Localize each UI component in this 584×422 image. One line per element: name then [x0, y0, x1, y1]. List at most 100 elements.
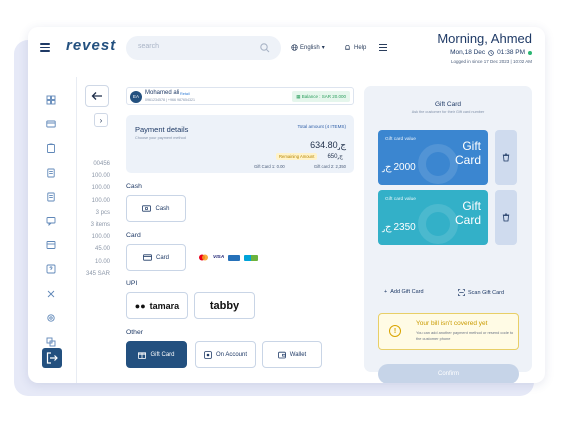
- tabby-label: tabby: [209, 299, 240, 312]
- scan-gift-card-label: Scan Gift Card: [468, 289, 505, 296]
- card-button-label: Card: [155, 254, 169, 261]
- greeting-name: Ahmed: [490, 31, 532, 46]
- language-selector[interactable]: English ▾: [291, 44, 325, 51]
- gift-card-heading: Gift Card: [454, 199, 481, 227]
- amex-icon: [228, 254, 241, 261]
- cart-behind-value: 10.00: [94, 258, 110, 265]
- chevron-right-icon: ›: [99, 115, 103, 125]
- tools-icon[interactable]: [46, 286, 56, 297]
- cart-behind-value: 100.00: [91, 197, 110, 204]
- scan-icon: [458, 289, 465, 296]
- on-account-label: On Account: [215, 351, 248, 358]
- gift-card-value-label: Gift card value: [385, 197, 416, 202]
- cart-behind-value: 345 SAR: [85, 270, 110, 277]
- visa-logo: VISA: [213, 255, 225, 260]
- wallet-icon: [277, 351, 286, 358]
- riyal-icon: ج̡: [337, 154, 343, 160]
- logout-button[interactable]: [42, 348, 62, 368]
- tabby-button[interactable]: tabby: [194, 292, 255, 319]
- gift-card-method-label: Gift Card: [150, 351, 175, 358]
- total-amount: ج̡ 634.80: [310, 140, 346, 151]
- gift-card-2[interactable]: Gift card value Gift Card ج̡ 2350: [378, 190, 488, 245]
- logout-icon: [46, 352, 58, 364]
- trash-icon: [502, 213, 510, 222]
- stage: revest search English ▾ Help Morning, Ah…: [0, 0, 584, 422]
- gift-card-panel-subtitle: Ask the customer for their Gift card num…: [411, 110, 485, 114]
- greeting-prefix: Morning,: [437, 31, 488, 46]
- plus-icon: +: [384, 289, 388, 295]
- list-icon[interactable]: [379, 44, 387, 51]
- confirm-button[interactable]: Confirm: [378, 364, 519, 383]
- account-icon: [204, 350, 212, 359]
- chevron-down-icon: ▾: [321, 45, 325, 51]
- cash-section-label: Cash: [126, 183, 142, 190]
- document-icon[interactable]: [46, 165, 56, 178]
- bell-icon: [345, 44, 350, 50]
- avatar: EA: [130, 91, 142, 103]
- card-brand-logos: VISA: [198, 254, 259, 261]
- date-text: Mon,18 Dec: [450, 49, 486, 56]
- pos-window: revest search English ▾ Help Morning, Ah…: [28, 27, 545, 383]
- cash-button-label: Cash: [155, 205, 170, 212]
- credit-card-icon: [143, 254, 152, 261]
- chat-icon[interactable]: [46, 213, 56, 227]
- customer-tag: Retail: [180, 92, 190, 96]
- other-section-label: Other: [126, 329, 143, 336]
- expand-cart-button[interactable]: ›: [94, 113, 108, 127]
- clipboard-icon[interactable]: [46, 140, 56, 154]
- remaining-label: Remaining Amount: [276, 153, 318, 160]
- cash-button[interactable]: Cash: [126, 195, 186, 222]
- on-account-button[interactable]: On Account: [195, 341, 256, 368]
- help-button[interactable]: Help: [344, 44, 366, 51]
- settings-icon[interactable]: [46, 310, 56, 322]
- online-status-dot: [528, 50, 532, 55]
- warning-title: Your bill isn't covered yet: [416, 320, 488, 327]
- bill-warning-alert: ! Your bill isn't covered yet You can ad…: [378, 313, 519, 350]
- mada-icon: [244, 254, 259, 261]
- tamara-logo-icon: ●●: [134, 300, 146, 311]
- search-icon[interactable]: [259, 42, 271, 54]
- gift-card-method-button[interactable]: Gift Card: [126, 341, 187, 368]
- help-label: Help: [354, 44, 367, 51]
- layers-icon[interactable]: [46, 334, 56, 347]
- warning-icon: !: [389, 325, 401, 337]
- cash-icon: [142, 205, 152, 212]
- arrow-left-icon: [91, 92, 102, 100]
- mastercard-icon: [199, 254, 208, 261]
- cart-behind-value: 3 items: [90, 221, 110, 228]
- gift-card-heading: Gift Card: [454, 139, 481, 167]
- search-input[interactable]: search: [126, 36, 281, 60]
- hamburger-menu-icon[interactable]: [40, 43, 50, 52]
- card-button[interactable]: Card: [126, 244, 186, 271]
- balance-badge: ▦ Balance : SAR 20.000: [292, 91, 350, 102]
- add-gift-card-button[interactable]: + Add Gift Card: [384, 289, 424, 295]
- cart-behind-list: 00456 100.00 100.00 100.00 3 pcs 3 items 100.0…: [78, 161, 110, 283]
- wallet-icon: ▦: [296, 94, 301, 99]
- box-icon[interactable]: [46, 237, 56, 250]
- card-icon[interactable]: [46, 116, 56, 128]
- help-icon[interactable]: [46, 261, 56, 274]
- customer-phone: 0961234578 | +966 987654321: [145, 98, 195, 102]
- tamara-button[interactable]: ●● tamara: [126, 292, 188, 319]
- gift-card-value: 2000: [393, 162, 416, 173]
- gift-card-value: 2350: [393, 222, 416, 233]
- remove-gift-card-2-button[interactable]: [495, 190, 517, 245]
- payment-details-panel: Payment details Choose your payment meth…: [126, 115, 354, 173]
- cart-behind-value: 3 pcs: [95, 209, 110, 216]
- app-logo: revest: [66, 37, 117, 54]
- wallet-label: Wallet: [289, 351, 307, 358]
- cart-behind-value: 00456: [93, 161, 110, 167]
- customer-bar[interactable]: EA Mohamed ali Retail 0961234578 | +966 …: [126, 87, 354, 105]
- gift-card-1[interactable]: Gift card value Gift Card ج̡ 2000: [378, 130, 488, 185]
- remaining-amount: ج̡ 650: [327, 153, 343, 160]
- gift-card-amount: ج̡ 2350: [385, 222, 416, 233]
- remove-gift-card-1-button[interactable]: [495, 130, 517, 185]
- cart-behind-value: 45.00: [94, 246, 110, 253]
- grid-icon[interactable]: [46, 92, 56, 105]
- balance-text: Balance : SAR 20.000: [301, 94, 346, 99]
- document-icon[interactable]: [46, 189, 56, 202]
- back-button[interactable]: [85, 85, 109, 107]
- sidebar-divider: [76, 77, 77, 383]
- scan-gift-card-button[interactable]: Scan Gift Card: [458, 289, 504, 296]
- wallet-button[interactable]: Wallet: [262, 341, 322, 368]
